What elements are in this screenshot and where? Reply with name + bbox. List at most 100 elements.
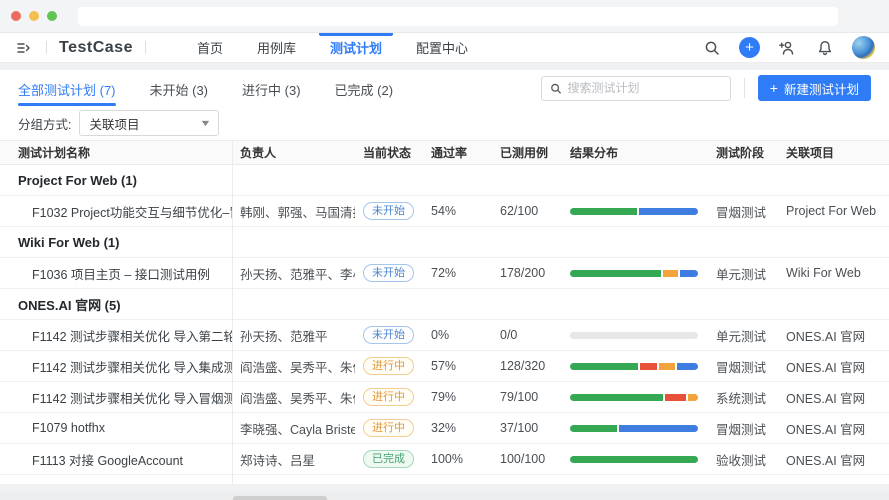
bar-segment-orange bbox=[659, 363, 675, 370]
search-icon[interactable] bbox=[701, 37, 723, 59]
test-stage: 系统测试 bbox=[708, 388, 778, 407]
new-test-plan-button[interactable]: + 新建测试计划 bbox=[758, 75, 871, 101]
tab-label: 全部测试计划 (7) bbox=[18, 83, 116, 98]
tab-label: 进行中 (3) bbox=[242, 83, 301, 98]
bar-segment-orange bbox=[663, 270, 678, 277]
column-header: 已测用例 bbox=[492, 144, 562, 161]
column-header: 负责人 bbox=[232, 144, 355, 161]
browser-address-bar[interactable] bbox=[78, 7, 838, 26]
plan-name[interactable]: F1036 项目主页 – 接口测试用例 bbox=[0, 264, 232, 283]
main-content: 全部测试计划 (7) 未开始 (3) 进行中 (3) 已完成 (2) + 新建测试计划… bbox=[0, 70, 889, 492]
plan-name[interactable]: F1113 对接 GoogleAccount bbox=[0, 450, 232, 469]
new-test-plan-label: 新建测试计划 bbox=[784, 79, 859, 98]
tab-label: 未开始 (3) bbox=[150, 83, 209, 98]
column-header: 结果分布 bbox=[562, 144, 708, 161]
tested-cases: 62/100 bbox=[492, 204, 562, 218]
group-row[interactable]: Project For Web (1) bbox=[0, 165, 889, 196]
sidebar-collapse-icon[interactable] bbox=[14, 38, 34, 58]
test-stage: 验收测试 bbox=[708, 450, 778, 469]
close-window-button[interactable] bbox=[11, 11, 21, 21]
group-row[interactable]: Wiki For Web (1) bbox=[0, 227, 889, 258]
plan-row[interactable]: F1142 测试步骤相关优化 导入集成测试阎浩盛、吴秀平、朱俊平进行中57%12… bbox=[0, 351, 889, 382]
nav-item-home[interactable]: 首页 bbox=[180, 33, 240, 63]
bar-segment-red bbox=[640, 363, 656, 370]
plan-search-box[interactable] bbox=[541, 76, 731, 101]
plan-name[interactable]: F1032 Project功能交互与细节优化–冒烟用例... bbox=[0, 202, 232, 221]
nav-item-label: 首页 bbox=[197, 38, 223, 57]
header-actions: + bbox=[701, 36, 875, 59]
plan-name[interactable]: F1142 测试步骤相关优化 导入第二轮 bbox=[0, 326, 232, 345]
app-logo: TestCase bbox=[59, 39, 133, 57]
tab-done[interactable]: 已完成 (2) bbox=[335, 80, 394, 106]
nav-item-case-library[interactable]: 用例库 bbox=[240, 33, 313, 63]
user-avatar[interactable] bbox=[852, 36, 875, 59]
plan-row[interactable]: F1113 对接 GoogleAccount郑诗诗、吕星已完成100%100/1… bbox=[0, 444, 889, 475]
plan-row[interactable]: F1032 Project功能交互与细节优化–冒烟用例...韩刚、郭强、马国清扬… bbox=[0, 196, 889, 227]
related-project: Project For Web bbox=[778, 204, 889, 218]
result-distribution-bar bbox=[570, 363, 698, 370]
plan-row[interactable]: F1142 测试步骤相关优化 导入第二轮孙天扬、范雅平未开始0%0/0单元测试O… bbox=[0, 320, 889, 351]
tab-not-started[interactable]: 未开始 (3) bbox=[150, 80, 209, 106]
minimize-window-button[interactable] bbox=[29, 11, 39, 21]
result-distribution-cell bbox=[562, 208, 708, 215]
status-badge: 进行中 bbox=[363, 357, 414, 375]
plan-owner: 孙天扬、范雅平 bbox=[232, 326, 355, 345]
group-name: Project For Web (1) bbox=[0, 173, 232, 188]
status-badge: 进行中 bbox=[363, 419, 414, 437]
nav-item-test-plan[interactable]: 测试计划 bbox=[313, 33, 399, 63]
result-distribution-bar bbox=[570, 208, 698, 215]
plan-row[interactable]: F1142 测试步骤相关优化 导入冒烟测试阎浩盛、吴秀平、朱俊平进行中79%79… bbox=[0, 382, 889, 413]
group-name: ONES.AI 官网 (5) bbox=[0, 295, 232, 314]
create-new-button[interactable]: + bbox=[739, 37, 760, 58]
maximize-window-button[interactable] bbox=[47, 11, 57, 21]
invite-member-icon[interactable] bbox=[776, 37, 798, 59]
result-distribution-cell bbox=[562, 425, 708, 432]
plan-row[interactable]: F1036 项目主页 – 接口测试用例孙天扬、范雅平、李小东未开始72%178/… bbox=[0, 258, 889, 289]
tab-all[interactable]: 全部测试计划 (7) bbox=[18, 80, 116, 106]
horizontal-scrollbar-thumb[interactable] bbox=[233, 496, 327, 500]
tab-in-progress[interactable]: 进行中 (3) bbox=[242, 80, 301, 106]
table-header-row: 测试计划名称负责人当前状态通过率已测用例结果分布测试阶段关联项目 bbox=[0, 140, 889, 165]
related-project: ONES.AI 官网 bbox=[778, 419, 889, 438]
nav-item-label: 测试计划 bbox=[330, 38, 382, 57]
bar-segment-blue bbox=[639, 208, 698, 215]
fixed-column-divider bbox=[232, 140, 233, 490]
notifications-bell-icon[interactable] bbox=[814, 37, 836, 59]
result-distribution-bar bbox=[570, 394, 698, 401]
test-plan-table: 测试计划名称负责人当前状态通过率已测用例结果分布测试阶段关联项目 Project… bbox=[0, 140, 889, 490]
plan-name[interactable]: F1079 hotfhx bbox=[0, 421, 232, 435]
nav-item-label: 配置中心 bbox=[416, 38, 468, 57]
column-header: 测试计划名称 bbox=[0, 144, 232, 161]
result-distribution-bar bbox=[570, 332, 698, 339]
page-gap bbox=[0, 63, 889, 70]
plan-name[interactable]: F1142 测试步骤相关优化 导入冒烟测试 bbox=[0, 388, 232, 407]
plan-owner: 阎浩盛、吴秀平、朱俊平 bbox=[232, 357, 355, 376]
active-nav-indicator bbox=[319, 33, 393, 36]
plan-tabs: 全部测试计划 (7) 未开始 (3) 进行中 (3) 已完成 (2) bbox=[18, 80, 393, 106]
tested-cases: 100/100 bbox=[492, 452, 562, 466]
group-by-select[interactable]: 关联项目 ▼ bbox=[79, 110, 219, 136]
group-by-label: 分组方式: bbox=[18, 114, 71, 133]
bar-segment-green bbox=[570, 208, 637, 215]
test-stage: 单元测试 bbox=[708, 326, 778, 345]
related-project: ONES.AI 官网 bbox=[778, 357, 889, 376]
group-row[interactable]: ONES.AI 官网 (5) bbox=[0, 289, 889, 320]
pass-rate: 54% bbox=[423, 204, 492, 218]
bar-segment-gray bbox=[570, 332, 698, 339]
group-by-value: 关联项目 bbox=[89, 114, 139, 133]
active-tab-indicator bbox=[18, 103, 116, 106]
bar-segment-green bbox=[570, 394, 663, 401]
plan-search-input[interactable] bbox=[567, 81, 721, 95]
column-header: 测试阶段 bbox=[708, 144, 778, 161]
status-cell: 未开始 bbox=[355, 202, 423, 220]
plan-owner: 孙天扬、范雅平、李小东 bbox=[232, 264, 355, 283]
plan-toolbar: 全部测试计划 (7) 未开始 (3) 进行中 (3) 已完成 (2) + 新建测试计划 bbox=[0, 70, 889, 106]
result-distribution-bar bbox=[570, 270, 698, 277]
group-name: Wiki For Web (1) bbox=[0, 235, 232, 250]
status-cell: 已完成 bbox=[355, 450, 423, 468]
nav-item-config-center[interactable]: 配置中心 bbox=[399, 33, 485, 63]
plan-name[interactable]: F1142 测试步骤相关优化 导入集成测试 bbox=[0, 357, 232, 376]
result-distribution-cell bbox=[562, 270, 708, 277]
plan-row[interactable]: F1079 hotfhx李晓强、Cayla Brister进行中32%37/10… bbox=[0, 413, 889, 444]
status-cell: 进行中 bbox=[355, 419, 423, 437]
